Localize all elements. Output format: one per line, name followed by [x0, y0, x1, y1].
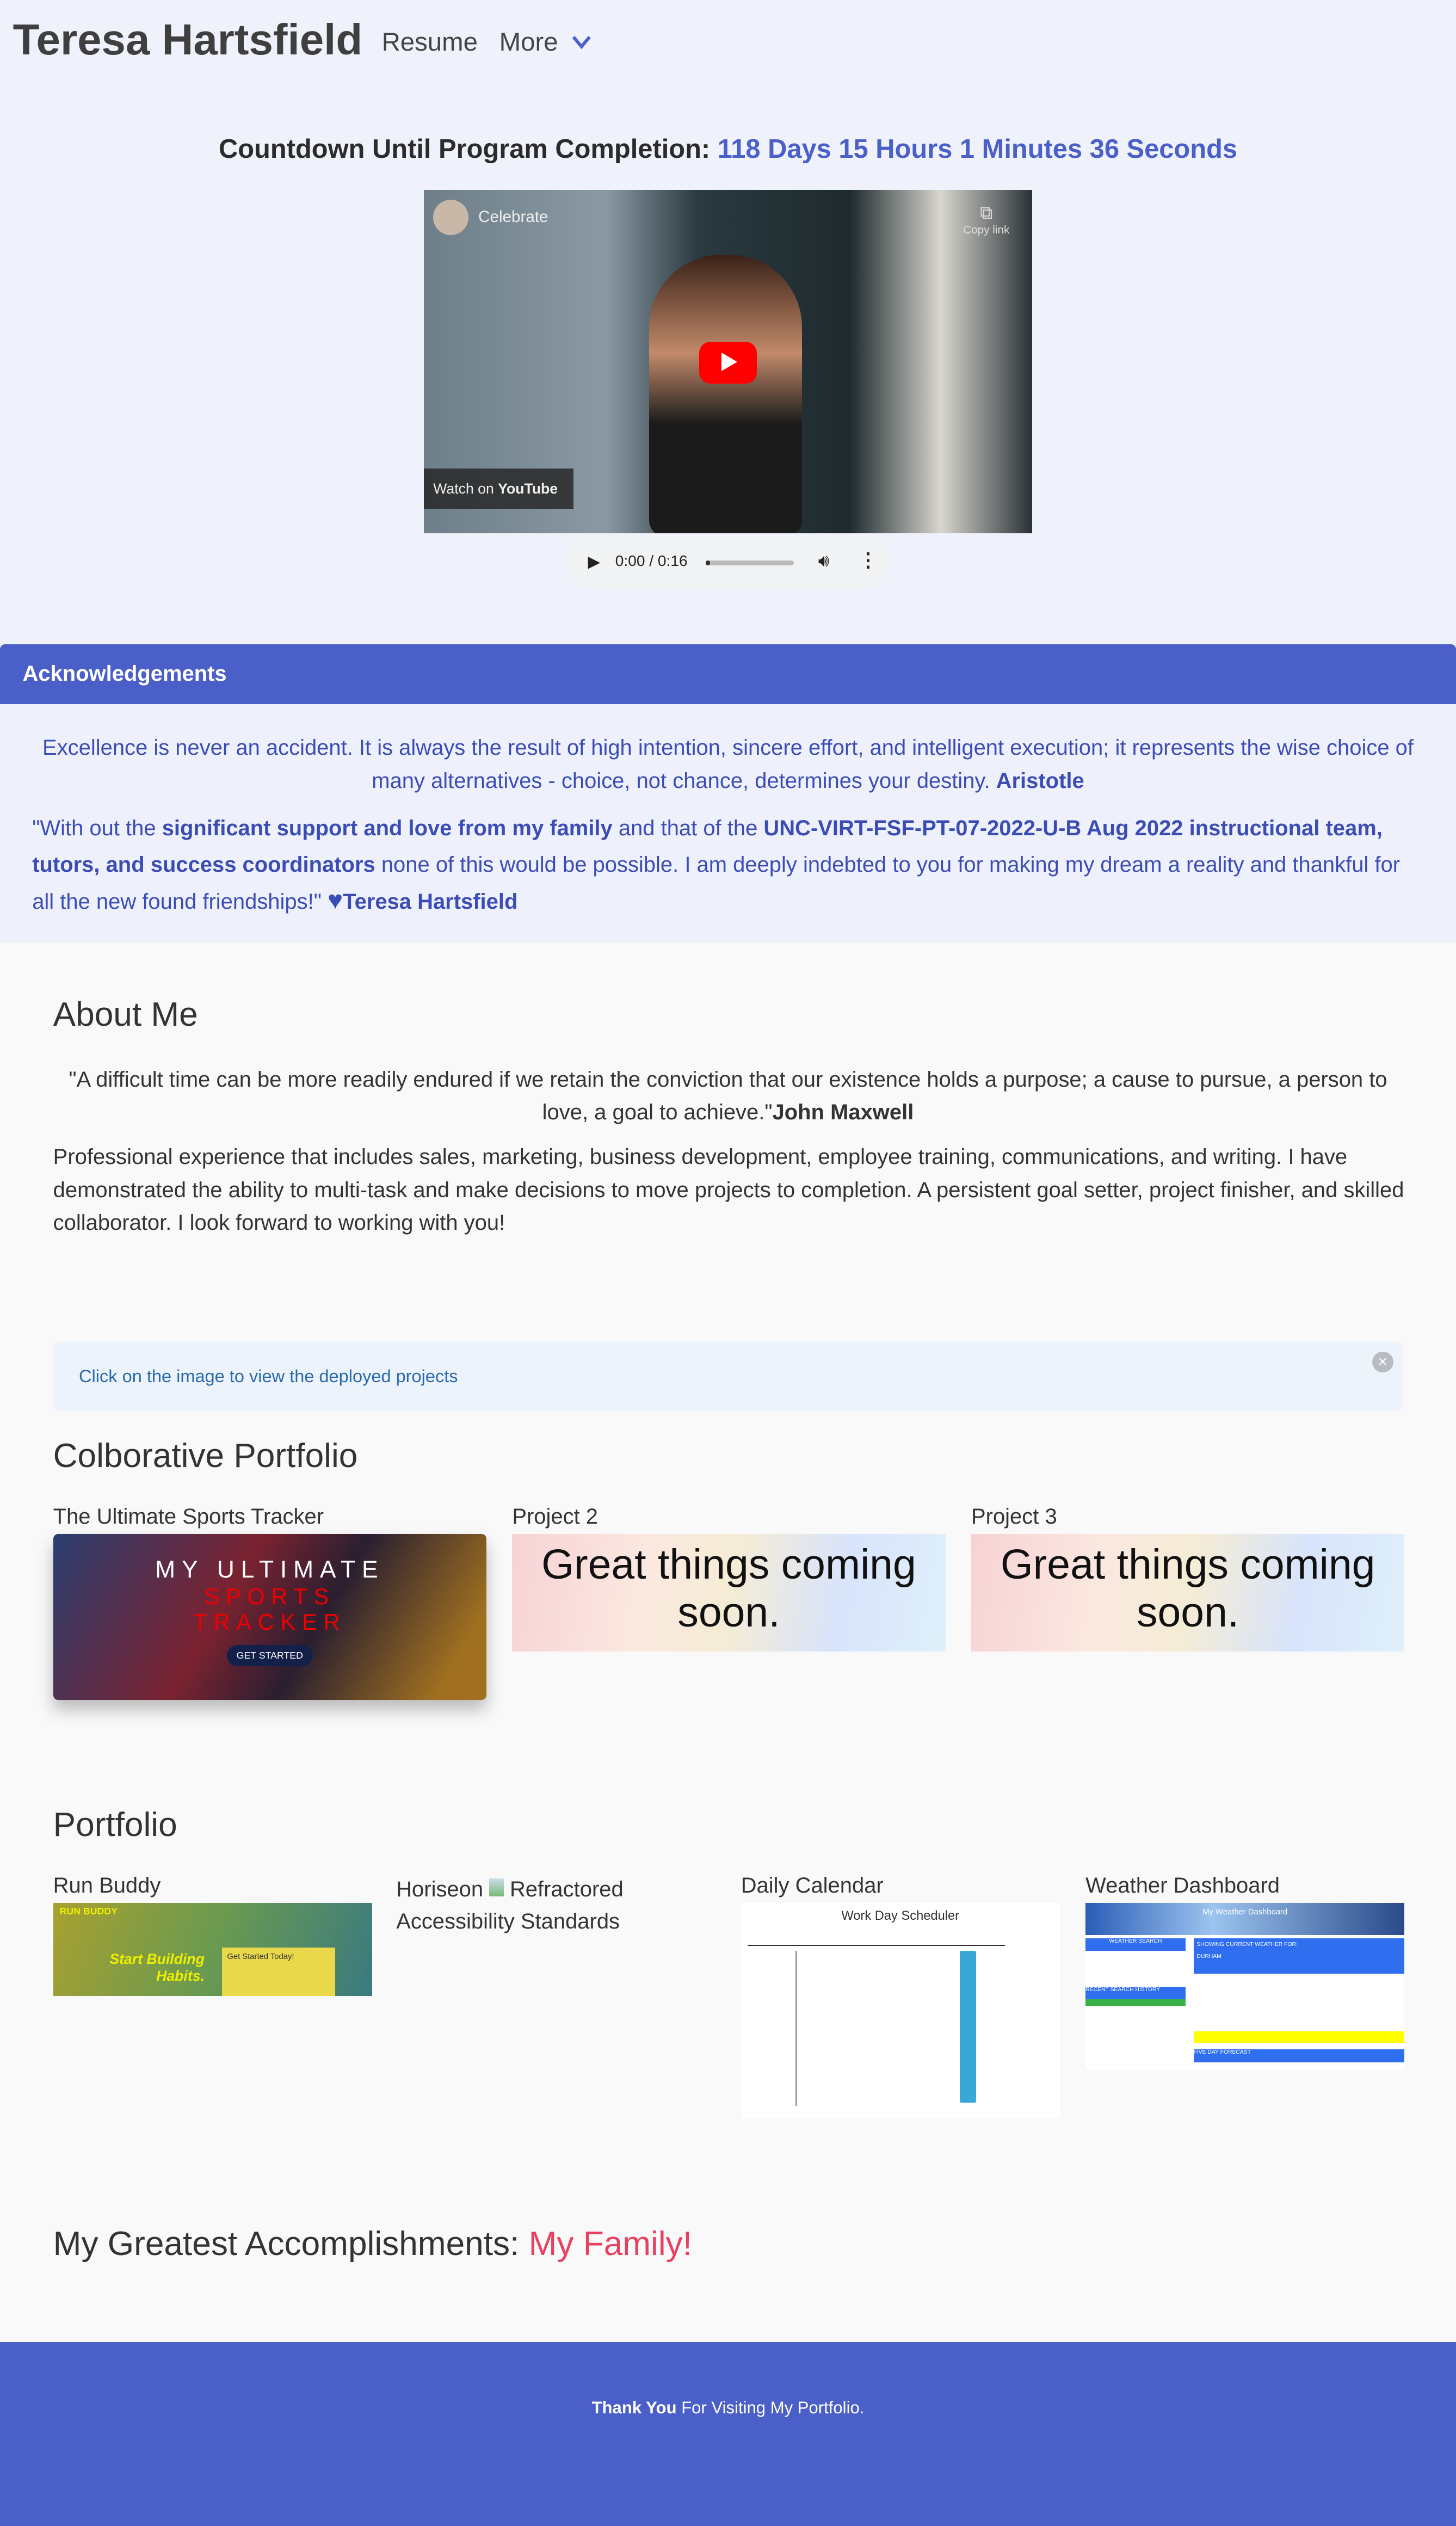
youtube-video[interactable]: Celebrate ⧉ Copy link Watch on YouTube [423, 190, 1033, 533]
aristotle-quote: Excellence is never an accident. It is a… [32, 731, 1424, 797]
coming-soon-image[interactable]: Great things coming soon. [512, 1533, 946, 1652]
project-title: Horiseon [396, 1877, 484, 1901]
copy-link-button[interactable]: ⧉ Copy link [963, 203, 1009, 237]
maxwell-quote: "A difficult time can be more readily en… [53, 1063, 1403, 1129]
audio-seek[interactable] [705, 560, 794, 566]
image-text: RUN BUDDY [59, 1906, 118, 1917]
image-text: My Weather Dashboard [1085, 1902, 1405, 1935]
image-text: FIVE DAY FORECAST [1193, 2049, 1405, 2062]
coming-soon-image[interactable]: Great things coming soon. [971, 1533, 1405, 1652]
project-title: Project 3 [971, 1504, 1057, 1529]
watch-on-youtube[interactable]: Watch on YouTube [423, 469, 573, 509]
sports-tracker-image[interactable]: MY ULTIMATE SPORTS TRACKER GET STARTED [53, 1533, 486, 1700]
project-title: Daily Calendar [741, 1873, 884, 1897]
channel-avatar [433, 200, 469, 236]
thanks-part: and that of the [612, 816, 764, 840]
video-thumbnail [649, 254, 803, 533]
footer-text: For Visiting My Portfolio. [676, 2398, 865, 2418]
signature: Teresa Hartsfield [343, 890, 518, 914]
close-icon[interactable]: × [1372, 1351, 1393, 1373]
accomplishments-heading: My Greatest Accomplishments: My Family! [53, 2225, 692, 2263]
audio-time: 0:00 / 0:16 [615, 552, 688, 570]
broken-image-icon [489, 1878, 504, 1896]
quote-text: Excellence is never an accident. It is a… [42, 735, 1414, 793]
collab-project-3[interactable]: Project 3 Great things coming soon. [971, 1504, 1405, 1652]
image-text: SHOWING CURRENT WEATHER FOR: [1196, 1941, 1298, 1948]
quote-author: Aristotle [996, 768, 1084, 793]
accomplishments-label: My Greatest Accomplishments: [53, 2225, 520, 2263]
project-title: Project 2 [512, 1504, 598, 1529]
more-options-icon[interactable]: ⋮ [859, 549, 878, 571]
thanks-part: "With out the [32, 816, 162, 840]
site-name[interactable]: Teresa Hartsfield [13, 15, 363, 65]
collab-project-2[interactable]: Project 2 Great things coming soon. [512, 1504, 946, 1652]
countdown-label: Countdown Until Program Completion: [218, 134, 711, 164]
youtube-logo: YouTube [498, 480, 558, 497]
project-title: Run Buddy [53, 1873, 161, 1897]
watch-on-label: Watch on [433, 480, 494, 497]
chevron-down-icon[interactable] [572, 32, 591, 52]
image-text: RECENT SEARCH HISTORY [1085, 1986, 1186, 2000]
copy-link-label: Copy link [963, 223, 1010, 236]
play-icon[interactable]: ▶ [588, 552, 600, 571]
thanks-bold: significant support and love from my fam… [162, 816, 613, 840]
project-title: The Ultimate Sports Tracker [53, 1504, 324, 1529]
footer: Thank You For Visiting My Portfolio. [0, 2342, 1456, 2526]
about-heading: About Me [53, 996, 198, 1034]
audio-player[interactable]: ▶ 0:00 / 0:16 🔊︎ ⋮ [566, 534, 890, 590]
portfolio-weather-dashboard[interactable]: Weather Dashboard My Weather Dashboard W… [1085, 1873, 1405, 2071]
acknowledgements-body: Excellence is never an accident. It is a… [0, 704, 1456, 942]
portfolio-daily-calendar[interactable]: Daily Calendar Work Day Scheduler [741, 1874, 1060, 2119]
portfolio-run-buddy[interactable]: Run Buddy RUN BUDDY Start Building Habit… [53, 1874, 372, 1997]
quote-text: "A difficult time can be more readily en… [69, 1067, 1387, 1125]
accomplishments-value: My Family! [528, 2225, 693, 2263]
alert-text: Click on the image to view the deployed … [79, 1366, 458, 1386]
image-line: TRACKER [193, 1609, 347, 1635]
image-text: Start Building Habits. [109, 1951, 205, 1985]
video-title[interactable]: Celebrate [478, 208, 548, 226]
portfolio-horiseon[interactable]: Horiseon Refractored Accessibility Stand… [396, 1874, 715, 1938]
image-line: MY ULTIMATE [155, 1556, 385, 1584]
countdown: Countdown Until Program Completion: 118 … [0, 134, 1456, 164]
image-text: DURHAM [1196, 1954, 1221, 1960]
info-alert: Click on the image to view the deployed … [53, 1341, 1403, 1412]
thanks-text: "With out the significant support and lo… [32, 810, 1424, 920]
weather-image[interactable]: My Weather Dashboard WEATHER SEARCH RECE… [1085, 1902, 1405, 2071]
countdown-value: 118 Days 15 Hours 1 Minutes 36 Seconds [717, 134, 1238, 164]
collab-project-1[interactable]: The Ultimate Sports Tracker MY ULTIMATE … [53, 1505, 486, 1700]
calendar-image[interactable]: Work Day Scheduler [741, 1902, 1060, 2119]
image-text: Get Started Today! [222, 1948, 335, 1997]
run-buddy-image[interactable]: RUN BUDDY Start Building Habits. Get Sta… [53, 1902, 372, 1997]
nav-resume[interactable]: Resume [382, 27, 478, 57]
volume-icon[interactable]: 🔊︎ [818, 551, 830, 571]
about-paragraph: Professional experience that includes sa… [53, 1144, 1404, 1235]
portfolio-heading: Portfolio [53, 1806, 177, 1844]
nav-more[interactable]: More [499, 27, 558, 57]
acknowledgements-header: Acknowledgements [0, 644, 1456, 704]
play-button[interactable] [699, 341, 757, 384]
image-text: WEATHER SEARCH [1085, 1938, 1186, 1951]
project-title: Weather Dashboard [1085, 1873, 1280, 1897]
quote-author: John Maxwell [772, 1100, 914, 1125]
collab-heading: Colborative Portfolio [53, 1437, 358, 1475]
heart-icon: ♥ [328, 886, 343, 915]
footer-bold: Thank You [591, 2398, 677, 2418]
image-text: Work Day Scheduler [841, 1909, 960, 1924]
image-line: SPORTS [204, 1584, 336, 1610]
copy-icon: ⧉ [980, 202, 993, 223]
get-started-button: GET STARTED [226, 1644, 313, 1666]
